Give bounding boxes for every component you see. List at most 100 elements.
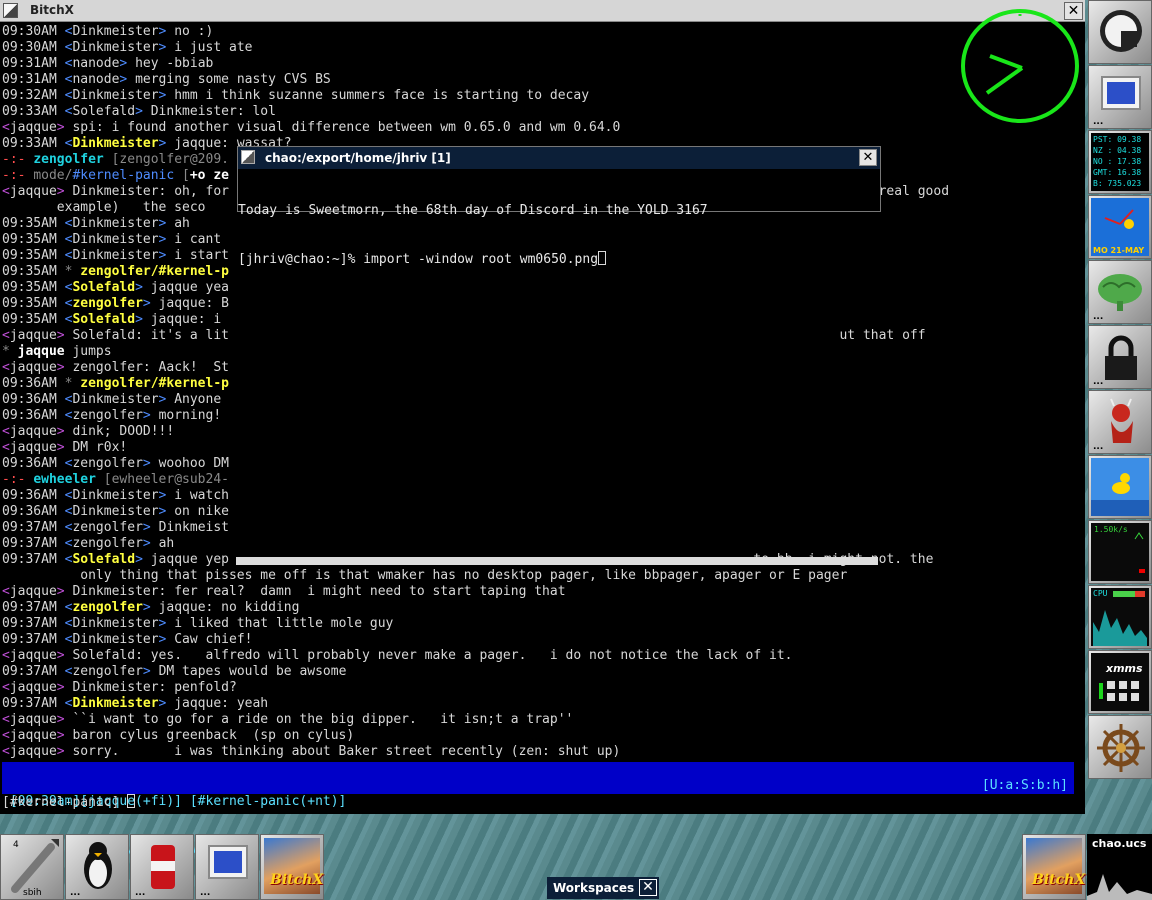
- chat-segment: [zengolfer@209.: [111, 152, 229, 167]
- dock: ... PST: 09.38 NZ : 04.38 NO : 17.38 GMT…: [1088, 0, 1152, 830]
- penguin-tile[interactable]: ...: [65, 834, 129, 900]
- dock-tile-network-monitor[interactable]: 1.50k/s: [1088, 520, 1152, 584]
- chat-segment: Dinkmeister: fer real? damn i might need…: [72, 584, 566, 599]
- chat-segment: 09:37AM: [2, 696, 65, 711]
- chat-segment: only thing that pisses me off is that wm…: [2, 568, 848, 583]
- chat-segment: >: [135, 104, 151, 119]
- input-prompt: [#kernel-panic]: [2, 795, 128, 810]
- dock-tile-bsd-daemon[interactable]: ...: [1088, 390, 1152, 454]
- chat-segment: jaqque: [9, 728, 57, 743]
- chat-segment: >: [158, 88, 175, 103]
- window-menu-icon[interactable]: [241, 150, 255, 164]
- chat-line: <jaqque> ``i want to go for a ride on th…: [2, 712, 1082, 728]
- chat-segment: -:-: [2, 472, 34, 487]
- chat-segment: >: [158, 136, 175, 151]
- workspaces-label: Workspaces: [553, 881, 635, 895]
- chat-segment: >: [119, 72, 136, 87]
- chat-segment: nanode: [72, 72, 120, 87]
- chat-segment: jaqque: [9, 184, 57, 199]
- chat-segment: >: [142, 296, 159, 311]
- chat-segment: -:-: [2, 168, 34, 183]
- terminal-line-1: Today is Sweetmorn, the 68th day of Disc…: [238, 203, 708, 218]
- input-line[interactable]: [#kernel-panic]: [2, 794, 1082, 812]
- chat-segment: 09:37AM: [2, 632, 65, 647]
- chat-line: 09:36AM <zengolfer> woohoo DM: [2, 456, 1082, 472]
- bitchx-title-bar[interactable]: BitchX ✕: [0, 0, 1085, 22]
- chat-segment: *: [64, 264, 81, 279]
- clip-label: sbih: [23, 888, 42, 898]
- chat-line: 09:37AM <Dinkmeister> jaqque: yeah: [2, 696, 1082, 712]
- dock-tile-xmms[interactable]: xmms: [1088, 650, 1152, 714]
- window-menu-icon[interactable]: [3, 3, 18, 18]
- chat-segment: Dinkmeister: [72, 88, 159, 103]
- workspaces-close-button[interactable]: ✕: [639, 879, 657, 896]
- dock-tile-monitor[interactable]: ...: [1088, 65, 1152, 129]
- chat-segment: Dinkmeister: lol: [150, 104, 276, 119]
- dock-tile-duck[interactable]: [1088, 455, 1152, 519]
- bitchx-miniwindow-tile[interactable]: 1 BitchX: [1022, 834, 1086, 900]
- workspaces-menu[interactable]: Workspaces ✕: [547, 877, 659, 899]
- dock-tile-lock[interactable]: ...: [1088, 325, 1152, 389]
- chat-segment: DM tapes would be awsome: [158, 664, 347, 679]
- chat-segment: 09:37AM: [2, 616, 65, 631]
- chat-segment: i start: [174, 248, 229, 263]
- chat-segment: 09:30AM: [2, 24, 65, 39]
- dock-tile-calendar-clock[interactable]: MO 21-MAY: [1088, 195, 1152, 259]
- chat-segment: >: [56, 184, 73, 199]
- chat-segment: nanode: [72, 56, 120, 71]
- chat-segment: >: [56, 648, 73, 663]
- chat-line: 09:35AM <Solefald> jaqque: i: [2, 312, 1082, 328]
- chat-segment: <: [2, 744, 10, 759]
- terminal-output[interactable]: Today is Sweetmorn, the 68th day of Disc…: [238, 171, 880, 300]
- chat-segment: 09:37AM: [2, 552, 65, 567]
- dock-tile-ship-wheel[interactable]: [1088, 715, 1152, 779]
- dock-tile-brain[interactable]: ...: [1088, 260, 1152, 324]
- chat-line: 09:36AM <zengolfer> morning!: [2, 408, 1082, 424]
- chat-segment: *: [64, 376, 81, 391]
- terminal-cursor: [598, 251, 607, 265]
- chat-segment: >: [158, 248, 175, 263]
- chat-segment: DM r0x!: [72, 440, 128, 455]
- dock-tile-windowmaker[interactable]: [1088, 0, 1152, 64]
- chat-segment: Dinkmeister: penfold?: [72, 680, 237, 695]
- chat-segment: 09:36AM: [2, 504, 65, 519]
- chat-segment: jaqque: [9, 712, 57, 727]
- chat-segment: zengolfer: Aack! St: [72, 360, 229, 375]
- chat-segment: ah: [158, 536, 175, 551]
- chat-segment: Dinkmeister: [72, 632, 159, 647]
- chat-line: 09:37AM <zengolfer> ah: [2, 536, 1082, 552]
- terminal-title: chao:/export/home/jhriv [1]: [265, 151, 451, 165]
- monitor-tile[interactable]: ...: [195, 834, 259, 900]
- chat-segment: >: [158, 216, 175, 231]
- chat-segment: 09:35AM: [2, 296, 65, 311]
- chat-line: * jaqque jumps: [2, 344, 1082, 360]
- dock-tile-timezones[interactable]: PST: 09.38 NZ : 04.38 NO : 17.38 GMT: 16…: [1088, 130, 1152, 194]
- dock-tile-cpu-monitor[interactable]: CPU: [1088, 585, 1152, 649]
- chat-segment: jaqque: [9, 424, 57, 439]
- clip-tile[interactable]: 4 sbih: [0, 834, 64, 900]
- chat-segment: jumps: [72, 344, 112, 359]
- chat-line: <jaqque> zengolfer: Aack! St: [2, 360, 1082, 376]
- chat-line: 09:36AM <Dinkmeister> on nike: [2, 504, 1082, 520]
- chat-segment: 09:36AM: [2, 392, 65, 407]
- chat-segment: >: [142, 536, 159, 551]
- xmms-label: xmms: [1106, 662, 1143, 675]
- chat-segment: jaqque: [9, 648, 57, 663]
- host-load-monitor[interactable]: chao.ucs: [1087, 834, 1152, 900]
- chat-segment: Dinkmeister: [72, 392, 159, 407]
- bitchx-appicon-tile[interactable]: BitchX: [260, 834, 324, 900]
- terminal-close-button[interactable]: ✕: [859, 149, 877, 166]
- chat-segment: on nike: [174, 504, 229, 519]
- chat-segment: 09:32AM: [2, 88, 65, 103]
- windowmaker-icon: [1100, 10, 1142, 52]
- terminal-window[interactable]: chao:/export/home/jhriv [1] ✕ Today is S…: [237, 146, 881, 267]
- chat-segment: Solefald: [72, 552, 136, 567]
- chat-line: <jaqque> spi: i found another visual dif…: [2, 120, 1082, 136]
- chat-segment: 09:35AM: [2, 232, 65, 247]
- chat-segment: >: [142, 456, 159, 471]
- chat-segment: baron cylus greenback (sp on cylus): [72, 728, 355, 743]
- chat-segment: <: [2, 648, 10, 663]
- terminal-title-bar[interactable]: chao:/export/home/jhriv [1] ✕: [238, 147, 880, 169]
- chat-segment: <: [2, 120, 10, 135]
- coke-tile[interactable]: ...: [130, 834, 194, 900]
